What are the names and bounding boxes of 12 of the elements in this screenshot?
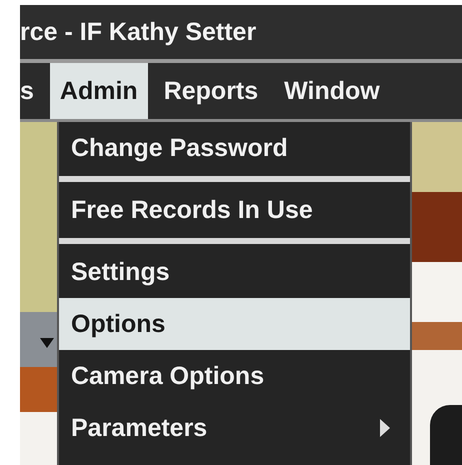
- caret-icon: [40, 338, 54, 348]
- menu-item[interactable]: Admin: [50, 63, 148, 119]
- menu-option[interactable]: Options: [59, 298, 410, 350]
- menu-option[interactable]: Change Password: [59, 122, 410, 174]
- menu-option[interactable]: Camera Options: [59, 350, 410, 402]
- menu-item[interactable]: Reports: [154, 63, 268, 119]
- window-title: rce - IF Kathy Setter: [20, 18, 256, 46]
- menu-item[interactable]: Window: [274, 63, 390, 119]
- menu-option[interactable]: Settings: [59, 246, 410, 298]
- menu-item[interactable]: s: [20, 63, 44, 119]
- menu-option[interactable]: Parameters: [59, 402, 410, 454]
- menu-option[interactable]: Free Records In Use: [59, 184, 410, 236]
